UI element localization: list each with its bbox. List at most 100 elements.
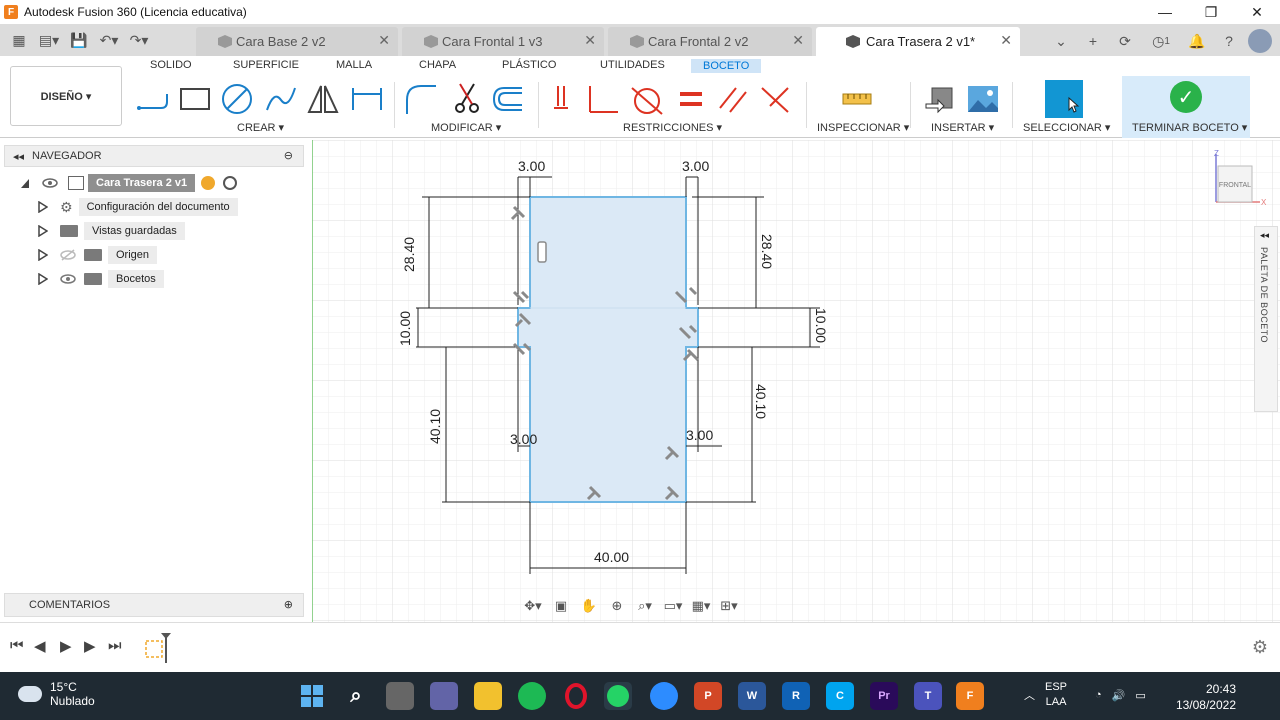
dim-bottom-left-width[interactable]: 3.00 — [510, 431, 537, 447]
grid-settings-icon[interactable]: ▦▾ — [690, 595, 712, 617]
select-menu[interactable]: SELECCIONAR ▾ — [1023, 121, 1110, 134]
look-at-icon[interactable]: ▣ — [550, 595, 572, 617]
timeline-sketch-feature-icon[interactable] — [144, 631, 172, 665]
sync-icon[interactable]: ⟳ — [1112, 28, 1138, 54]
inspect-menu[interactable]: INSPECCIONAR ▾ — [817, 121, 909, 134]
redo-icon[interactable]: ↷▾ — [126, 27, 152, 53]
apps-grid-icon[interactable]: ▦ — [6, 27, 32, 53]
collapsed-triangle-icon[interactable] — [38, 249, 48, 261]
fillet-tool-icon[interactable] — [404, 82, 438, 116]
opera-icon[interactable] — [562, 682, 590, 710]
step-back-icon[interactable]: ◀ — [34, 637, 46, 655]
browser-item-saved-views[interactable]: Vistas guardadas — [38, 221, 185, 241]
play-icon[interactable]: ▶ — [60, 637, 72, 655]
close-button[interactable]: ✕ — [1234, 0, 1280, 24]
sketch-palette-tab[interactable]: ◂◂ PALETA DE BOCETO — [1254, 226, 1278, 412]
premiere-icon[interactable]: Pr — [870, 682, 898, 710]
insert-canvas-image-icon[interactable] — [966, 82, 1000, 116]
collapsed-triangle-icon[interactable] — [38, 225, 48, 237]
dim-left-bottom-height[interactable]: 40.10 — [427, 409, 443, 444]
canva-icon[interactable]: C — [826, 682, 854, 710]
visibility-eye-icon[interactable] — [42, 177, 58, 189]
activate-radio-icon[interactable] — [223, 176, 238, 190]
tab-close-icon[interactable]: ✕ — [1000, 32, 1012, 49]
start-windows-icon[interactable] — [298, 682, 326, 710]
file-explorer-icon[interactable] — [474, 682, 502, 710]
zoom-icon[interactable]: ⊕ — [606, 595, 628, 617]
go-to-end-icon[interactable]: ⏭ — [108, 637, 122, 654]
parallel-constraint-icon[interactable] — [716, 82, 750, 116]
dim-right-top-height[interactable]: 28.40 — [759, 234, 775, 269]
dimension-tool-icon[interactable] — [350, 82, 384, 116]
finish-sketch-menu[interactable]: TERMINAR BOCETO ▾ — [1132, 121, 1247, 134]
offset-tool-icon[interactable] — [490, 82, 524, 116]
tab-cara-frontal-2[interactable]: Cara Frontal 2 v2 ✕ — [608, 27, 812, 56]
powerpoint-icon[interactable]: P — [694, 682, 722, 710]
maximize-button[interactable]: ❐ — [1188, 0, 1234, 24]
create-menu[interactable]: CREAR ▾ — [237, 121, 284, 134]
volume-icon[interactable]: 🔊 — [1112, 689, 1126, 702]
browser-item-origin[interactable]: Origen — [38, 245, 158, 265]
spline-tool-icon[interactable] — [264, 82, 298, 116]
equal-constraint-icon[interactable] — [674, 82, 708, 116]
visibility-eye-icon[interactable] — [60, 273, 76, 285]
spotify-icon[interactable] — [518, 682, 546, 710]
job-status-icon[interactable]: ◷ 1 — [1144, 28, 1178, 54]
dim-total-width[interactable]: 40.00 — [594, 549, 629, 565]
ribbon-tab-plastico[interactable]: PLÁSTICO — [502, 59, 556, 71]
battery-icon[interactable]: ▭ — [1135, 689, 1145, 702]
perpendicular-constraint-icon[interactable] — [586, 82, 620, 116]
task-view-icon[interactable] — [386, 682, 414, 710]
tray-overflow-icon[interactable]: ︿ — [1024, 687, 1035, 703]
dim-right-bottom-height[interactable]: 40.10 — [753, 384, 769, 419]
browser-options-icon[interactable]: ⊖ — [284, 149, 293, 162]
dim-top-left-width[interactable]: 3.00 — [518, 158, 545, 174]
tab-close-icon[interactable]: ✕ — [792, 32, 804, 49]
revit-icon[interactable]: R — [782, 682, 810, 710]
coincident-constraint-icon[interactable] — [758, 82, 792, 116]
rectangle-tool-icon[interactable] — [178, 82, 212, 116]
tangent-constraint-icon[interactable] — [630, 82, 664, 116]
ribbon-tab-utilidades[interactable]: UTILIDADES — [600, 59, 665, 71]
teams-icon[interactable]: T — [914, 682, 942, 710]
ribbon-tab-chapa[interactable]: CHAPA — [419, 59, 456, 71]
vertical-constraint-icon[interactable] — [537, 241, 547, 263]
go-to-start-icon[interactable]: ⏮ — [10, 637, 24, 654]
zoom-app-icon[interactable] — [650, 682, 678, 710]
tab-overflow-icon[interactable]: ⌄ — [1048, 28, 1074, 54]
collapsed-triangle-icon[interactable] — [38, 201, 48, 213]
browser-root-row[interactable]: Cara Trasera 2 v1 — [20, 173, 238, 193]
measure-ruler-icon[interactable] — [840, 82, 874, 116]
select-tool-button[interactable] — [1045, 80, 1083, 118]
undo-icon[interactable]: ↶▾ — [96, 27, 122, 53]
step-forward-icon[interactable]: ▶ — [84, 637, 96, 655]
fusion-taskbar-icon[interactable]: F — [956, 682, 984, 710]
wifi-icon[interactable]: ◔ — [1095, 689, 1102, 701]
modify-menu[interactable]: MODIFICAR ▾ — [431, 121, 501, 134]
browser-item-document-settings[interactable]: ⚙ Configuración del documento — [38, 197, 238, 217]
ribbon-tab-malla[interactable]: MALLA — [336, 59, 372, 71]
minimize-button[interactable]: — — [1142, 0, 1188, 24]
fix-constraint-icon[interactable] — [546, 82, 580, 116]
timeline-settings-gear-icon[interactable]: ⚙ — [1252, 637, 1268, 658]
line-tool-icon[interactable] — [136, 82, 170, 116]
help-icon[interactable]: ? — [1216, 28, 1242, 54]
tab-close-icon[interactable]: ✕ — [584, 32, 596, 49]
expanded-triangle-icon[interactable] — [20, 177, 30, 189]
browser-item-sketches[interactable]: Bocetos — [38, 269, 164, 289]
new-tab-icon[interactable]: + — [1080, 28, 1106, 54]
word-icon[interactable]: W — [738, 682, 766, 710]
sketch-canvas[interactable]: 3.00 3.00 28.40 28.40 10.00 10.00 40.10 … — [312, 140, 1280, 622]
save-icon[interactable]: 💾 — [66, 27, 92, 53]
file-menu-icon[interactable]: ▤▾ — [36, 27, 62, 53]
orbit-icon[interactable]: ✥▾ — [522, 595, 544, 617]
finish-sketch-check-icon[interactable]: ✓ — [1170, 81, 1202, 113]
viewports-icon[interactable]: ⊞▾ — [718, 595, 740, 617]
expand-palette-icon[interactable]: ◂◂ — [1260, 230, 1269, 241]
tab-cara-base-2[interactable]: Cara Base 2 v2 ✕ — [196, 27, 398, 56]
dim-left-mid-height[interactable]: 10.00 — [397, 311, 413, 346]
collapsed-triangle-icon[interactable] — [38, 273, 48, 285]
workspace-switcher-button[interactable]: DISEÑO ▾ — [10, 66, 122, 126]
ribbon-tab-solido[interactable]: SOLIDO — [150, 59, 192, 71]
dim-bottom-right-width[interactable]: 3.00 — [686, 427, 713, 443]
